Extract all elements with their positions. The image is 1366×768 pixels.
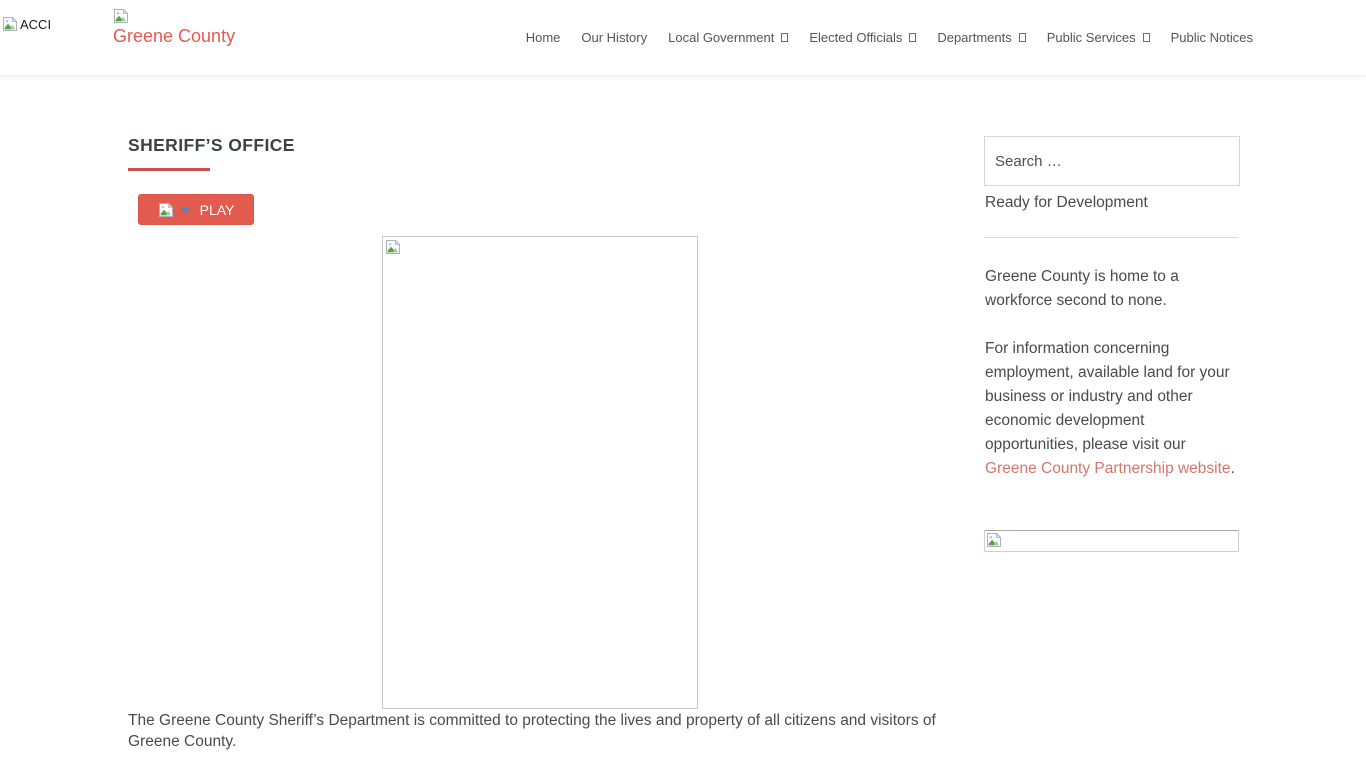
sidebar-paragraph-development: For information concerning employment, a… xyxy=(985,337,1241,481)
broken-image-icon xyxy=(986,532,1002,548)
page: ACCI Greene County Home Our History Loca… xyxy=(0,0,1366,768)
title-underline xyxy=(128,168,210,171)
partnership-website-link[interactable]: Greene County Partnership website xyxy=(985,460,1231,477)
nav-item-our-history[interactable]: Our History xyxy=(581,30,647,45)
nav-label: Our History xyxy=(581,30,647,45)
nav-label: Public Services xyxy=(1047,30,1136,45)
speaker-icon xyxy=(180,203,194,217)
dropdown-indicator-icon xyxy=(781,33,788,42)
nav-label: Public Notices xyxy=(1171,30,1253,45)
nav-item-local-government[interactable]: Local Government xyxy=(668,30,788,45)
search-input[interactable] xyxy=(985,137,1239,185)
nav-item-departments[interactable]: Departments xyxy=(937,30,1025,45)
logo-alt-text: Greene County xyxy=(113,26,263,46)
sidebar-paragraph-prefix: For information concerning employment, a… xyxy=(985,340,1230,453)
nav-item-public-notices[interactable]: Public Notices xyxy=(1171,30,1253,45)
broken-image-icon xyxy=(158,202,174,218)
nav-label: Local Government xyxy=(668,30,774,45)
sidebar-broken-image xyxy=(984,530,1239,552)
acci-alt-text: ACCI xyxy=(20,17,51,32)
sidebar-divider xyxy=(984,237,1238,238)
ready-for-development-label: Ready for Development xyxy=(985,194,1148,212)
play-audio-button[interactable]: PLAY xyxy=(138,194,254,225)
sidebar-paragraph-suffix: . xyxy=(1231,460,1235,477)
sheriff-broken-image xyxy=(382,236,698,709)
sidebar-paragraph-workforce: Greene County is home to a workforce sec… xyxy=(985,265,1239,313)
site-logo[interactable]: Greene County xyxy=(113,8,263,46)
dropdown-indicator-icon xyxy=(1019,33,1026,42)
broken-image-icon xyxy=(113,8,129,24)
nav-label: Home xyxy=(526,30,561,45)
dropdown-indicator-icon xyxy=(909,33,916,42)
sheriff-description: The Greene County Sheriff’s Department i… xyxy=(128,711,958,752)
broken-image-icon xyxy=(385,239,401,255)
nav-label: Departments xyxy=(937,30,1011,45)
site-header: ACCI Greene County Home Our History Loca… xyxy=(0,0,1366,75)
search-box xyxy=(984,136,1240,186)
main-nav: Home Our History Local Government Electe… xyxy=(526,0,1253,75)
nav-item-public-services[interactable]: Public Services xyxy=(1047,30,1150,45)
nav-label: Elected Officials xyxy=(809,30,902,45)
page-title: SHERIFF’S OFFICE xyxy=(128,135,295,156)
nav-item-home[interactable]: Home xyxy=(526,30,561,45)
dropdown-indicator-icon xyxy=(1143,33,1150,42)
play-button-label: PLAY xyxy=(200,202,235,218)
broken-image-icon xyxy=(2,16,18,32)
acci-broken-image[interactable]: ACCI xyxy=(2,16,51,32)
nav-item-elected-officials[interactable]: Elected Officials xyxy=(809,30,916,45)
